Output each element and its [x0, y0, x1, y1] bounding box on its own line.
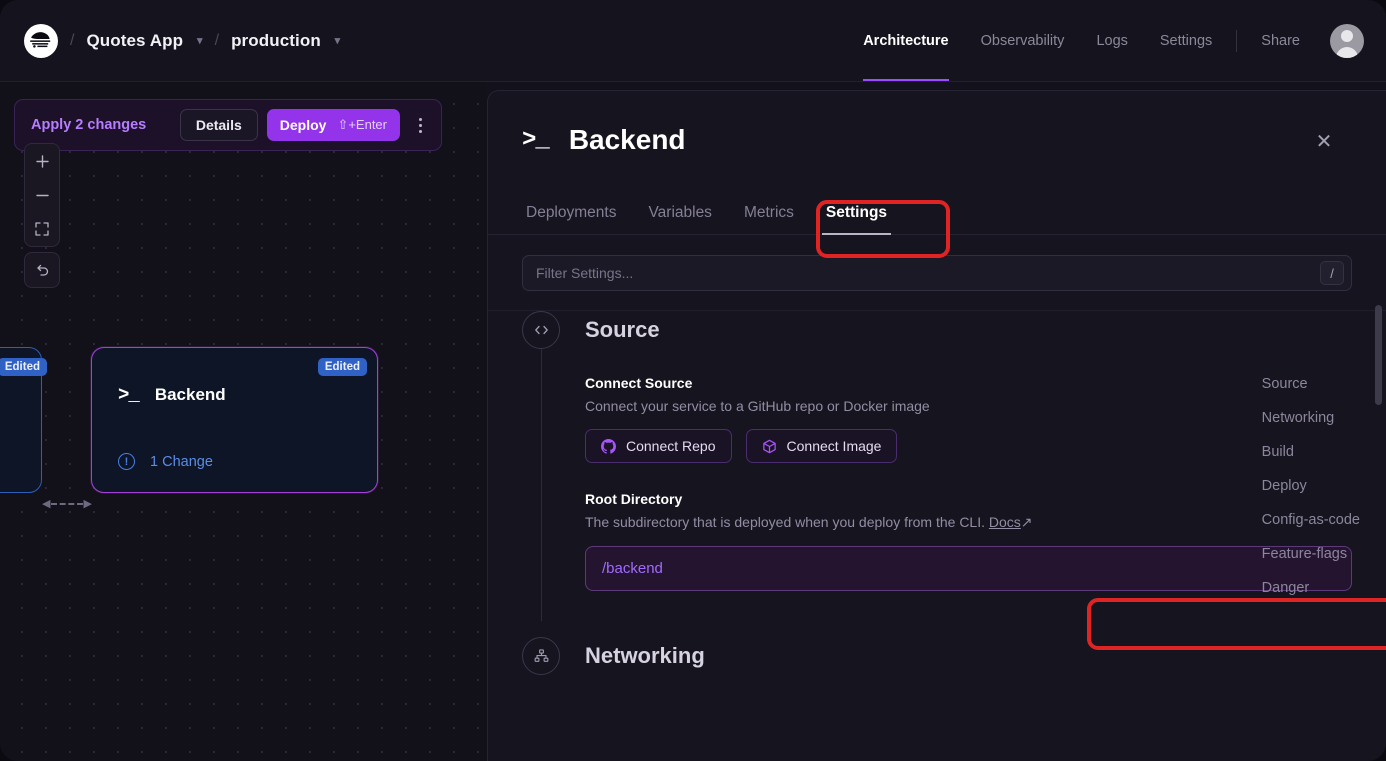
edge-arrow-right-icon: ▶: [83, 497, 92, 510]
section-networking: Networking: [522, 637, 1352, 675]
connect-source-label: Connect Source: [585, 375, 693, 391]
tab-settings[interactable]: Settings: [810, 204, 903, 235]
root-directory-description-text: The subdirectory that is deployed when y…: [585, 514, 985, 530]
nav-divider: [1236, 29, 1238, 52]
filter-row: Filter Settings... /: [488, 235, 1386, 311]
railway-logo-icon[interactable]: [24, 23, 58, 58]
side-nav-item-danger[interactable]: Danger: [1262, 580, 1360, 596]
nav-item-observability[interactable]: Observability: [965, 0, 1081, 81]
breadcrumb-project[interactable]: Quotes App ▾: [86, 31, 202, 51]
network-nodes-icon: [522, 637, 560, 675]
deploy-button-label: Deploy: [279, 117, 327, 133]
section-title-networking: Networking: [585, 643, 705, 668]
alert-circle-icon: !: [118, 453, 135, 470]
connect-image-button[interactable]: Connect Image: [745, 429, 898, 463]
node-footer[interactable]: ! 1 Change: [118, 453, 213, 470]
panel-scrollbar[interactable]: [1375, 92, 1382, 757]
nav-item-settings[interactable]: Settings: [1144, 0, 1228, 81]
fit-screen-icon[interactable]: [25, 212, 59, 246]
close-icon[interactable]: ✕: [1312, 129, 1336, 153]
apply-changes-label[interactable]: Apply 2 changes: [31, 117, 146, 133]
main-nav: Architecture Observability Logs Settings…: [847, 0, 1386, 81]
side-nav-item-feature-flags[interactable]: Feature-flags: [1262, 546, 1360, 562]
connect-source-buttons: Connect Repo Connect Image: [585, 429, 1352, 463]
tab-deployments[interactable]: Deployments: [522, 204, 632, 234]
docker-cube-icon: [762, 439, 777, 454]
side-nav-item-deploy[interactable]: Deploy: [1262, 478, 1360, 494]
service-node-partial[interactable]: Edited: [0, 347, 47, 493]
search-input-placeholder: Filter Settings...: [536, 265, 634, 281]
breadcrumb-separator-2: /: [214, 31, 220, 49]
side-nav-item-networking[interactable]: Networking: [1262, 410, 1360, 426]
node-title: Backend: [154, 385, 226, 404]
service-connection-edge: ◀ ▶: [42, 497, 92, 511]
changes-toolbar: Apply 2 changes Details Deploy ⇧+Enter: [14, 99, 442, 151]
root-directory-description: The subdirectory that is deployed when y…: [585, 514, 1352, 531]
top-bar: / Quotes App ▾ / production ▾ Architectu…: [0, 0, 1386, 82]
change-count-label: 1 Change: [150, 453, 213, 470]
github-icon: [601, 438, 616, 454]
tab-variables[interactable]: Variables: [632, 204, 727, 234]
panel-scrollbar-thumb[interactable]: [1375, 305, 1382, 405]
breadcrumb-environment[interactable]: production ▾: [231, 31, 340, 51]
slash-shortcut-badge: /: [1320, 261, 1344, 285]
code-brackets-icon: [522, 311, 560, 349]
zoom-in-button[interactable]: [25, 144, 59, 178]
nav-item-logs[interactable]: Logs: [1080, 0, 1143, 81]
breadcrumb-environment-label: production: [231, 30, 321, 50]
terminal-icon: >_: [118, 384, 140, 406]
more-vertical-icon[interactable]: [409, 110, 431, 140]
breadcrumb-separator-1: /: [70, 31, 75, 49]
app-window: / Quotes App ▾ / production ▾ Architectu…: [0, 0, 1386, 761]
details-button[interactable]: Details: [179, 109, 258, 141]
connect-source-block: Connect Source Connect your service to a…: [585, 375, 1352, 463]
root-directory-block: Root Directory The subdirectory that is …: [585, 491, 1352, 591]
edited-badge: Edited: [317, 358, 367, 376]
deploy-shortcut-label: ⇧+Enter: [337, 117, 387, 132]
zoom-out-button[interactable]: [25, 178, 59, 212]
section-title-source: Source: [585, 317, 660, 342]
edge-arrow-left-icon: ◀: [42, 497, 51, 510]
deploy-button[interactable]: Deploy ⇧+Enter: [266, 109, 400, 141]
chevron-down-icon[interactable]: ▾: [335, 34, 341, 47]
root-directory-value: /backend: [602, 560, 663, 577]
side-nav-item-source[interactable]: Source: [1262, 376, 1360, 392]
external-link-arrow-icon: ↗: [1020, 514, 1033, 530]
search-input[interactable]: Filter Settings... /: [522, 255, 1352, 291]
tab-metrics[interactable]: Metrics: [728, 204, 810, 234]
docs-link[interactable]: Docs: [989, 514, 1021, 530]
node-header: >_ Backend: [118, 384, 226, 406]
zoom-controls: [24, 143, 60, 247]
share-button[interactable]: Share: [1245, 0, 1316, 81]
architecture-canvas[interactable]: Apply 2 changes Details Deploy ⇧+Enter E…: [0, 82, 487, 761]
connect-source-description: Connect your service to a GitHub repo or…: [585, 398, 930, 414]
panel-body: Source Connect Source Connect your servi…: [488, 311, 1386, 675]
service-node-backend[interactable]: Edited >_ Backend ! 1 Change: [91, 347, 378, 493]
root-directory-label: Root Directory: [585, 491, 683, 507]
undo-controls: [24, 252, 60, 288]
undo-arrow-icon[interactable]: [25, 253, 59, 287]
section-source: Source Connect Source Connect your servi…: [522, 311, 1352, 621]
edited-badge: Edited: [0, 358, 47, 376]
connect-repo-label: Connect Repo: [626, 438, 716, 454]
panel-header: >_ Backend ✕: [488, 91, 1386, 189]
nav-item-architecture[interactable]: Architecture: [847, 0, 964, 81]
breadcrumb-project-label: Quotes App: [86, 30, 184, 50]
panel-tabs: Deployments Variables Metrics Settings: [488, 189, 1386, 235]
connect-image-label: Connect Image: [786, 438, 882, 454]
section-rail: [541, 349, 542, 621]
settings-side-nav: Source Networking Build Deploy Config-as…: [1262, 376, 1360, 596]
side-nav-item-config-as-code[interactable]: Config-as-code: [1262, 512, 1360, 528]
logo-wrap[interactable]: [24, 23, 58, 58]
root-directory-input[interactable]: /backend: [585, 546, 1352, 591]
service-details-panel: >_ Backend ✕ Deployments Variables Metri…: [487, 90, 1386, 761]
connect-repo-button[interactable]: Connect Repo: [585, 429, 732, 463]
terminal-icon: >_: [522, 126, 550, 154]
page-title: Backend: [568, 124, 686, 155]
edge-line: [51, 503, 83, 505]
chevron-down-icon[interactable]: ▾: [197, 34, 203, 47]
side-nav-item-build[interactable]: Build: [1262, 444, 1360, 460]
user-avatar-icon[interactable]: [1330, 23, 1364, 58]
